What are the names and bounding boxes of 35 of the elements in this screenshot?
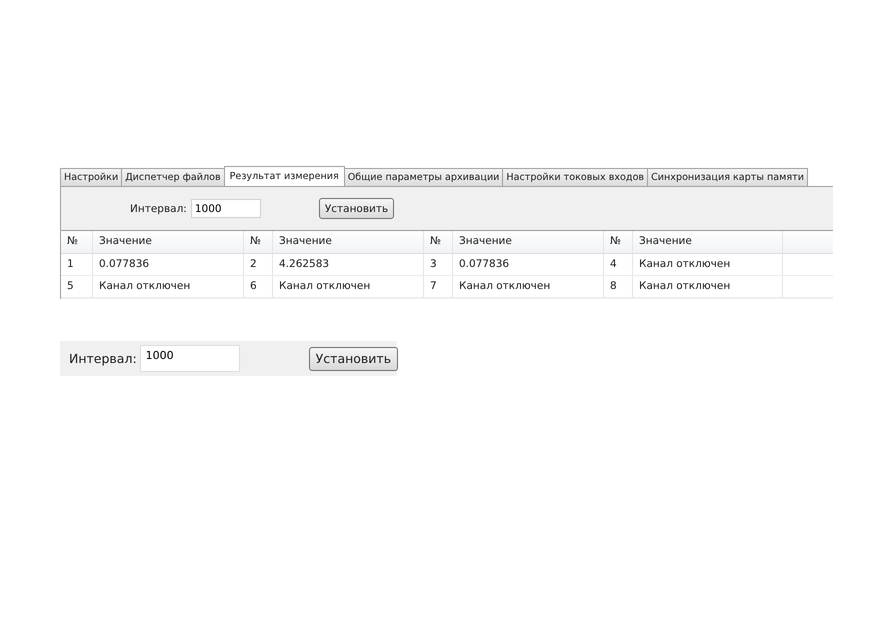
set-button[interactable]: Установить: [318, 198, 394, 219]
table-cell: 0.077836: [93, 254, 244, 275]
tab[interactable]: Настройки токовых входов: [502, 168, 648, 186]
interval-label: Интервал:: [130, 202, 187, 214]
column-header: №: [61, 231, 93, 253]
tab[interactable]: Синхронизация карты памяти: [647, 168, 808, 186]
table-cell: 1: [61, 254, 93, 275]
table-cell: Канал отключен: [633, 254, 783, 275]
column-header: №: [424, 231, 453, 253]
table-cell: 5: [61, 276, 93, 297]
column-header: Значение: [633, 231, 783, 253]
table-cell: Канал отключен: [453, 276, 604, 297]
tab[interactable]: Общие параметры архивации: [344, 168, 504, 186]
column-header: №: [604, 231, 633, 253]
table-cell: 4.262583: [273, 254, 424, 275]
table-cell: 2: [244, 254, 273, 275]
table-cell: Канал отключен: [273, 276, 424, 297]
tab[interactable]: Диспетчер файлов: [121, 168, 225, 186]
table-cell: Канал отключен: [633, 276, 783, 297]
interval-label: Интервал:: [69, 351, 137, 366]
table-cell: 6: [244, 276, 273, 297]
table-cell: 8: [604, 276, 633, 297]
set-button[interactable]: Установить: [308, 346, 398, 370]
interval-field[interactable]: 1000: [140, 345, 240, 372]
table-cell: 7: [424, 276, 453, 297]
tab[interactable]: Настройки: [60, 168, 122, 186]
column-header: Значение: [453, 231, 604, 253]
table-cell: 4: [604, 254, 633, 275]
column-header: №: [244, 231, 273, 253]
column-header: Значение: [273, 231, 424, 253]
table-cell: Канал отключен: [93, 276, 244, 297]
table-cell: 3: [424, 254, 453, 275]
column-header: Значение: [93, 231, 244, 253]
table-cell: 0.077836: [453, 254, 604, 275]
interval-field[interactable]: 1000: [190, 199, 261, 218]
